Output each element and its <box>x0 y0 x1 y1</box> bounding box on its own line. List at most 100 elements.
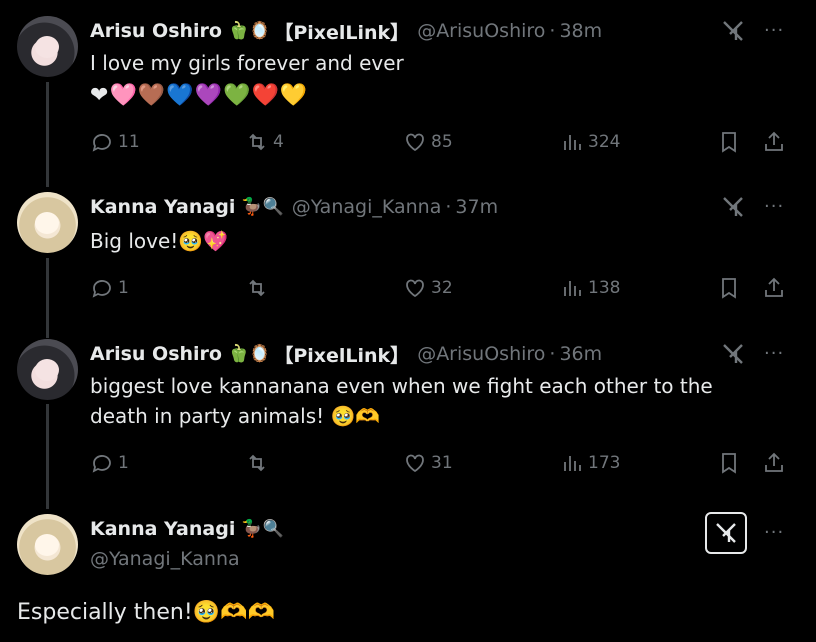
avatar[interactable] <box>17 16 78 77</box>
display-name[interactable]: Arisu Oshiro <box>90 343 222 365</box>
reply-button[interactable]: 1 <box>90 451 129 475</box>
heart-emoji: 🤎 <box>137 83 166 108</box>
tweet-text-line: death in party animals! 🥹🫶 <box>90 404 381 428</box>
bookmark-icon <box>722 278 736 299</box>
more-options-button[interactable]: ··· <box>764 196 784 217</box>
name-badges: 🦆🔍 <box>241 519 284 539</box>
handle[interactable]: @ArisuOshiro <box>417 20 545 42</box>
share-button[interactable] <box>762 451 786 475</box>
repost-icon <box>249 454 265 472</box>
like-count: 85 <box>431 132 453 152</box>
display-name[interactable]: Kanna Yanagi <box>90 518 235 540</box>
name-badges: 🦆🔍 <box>241 197 284 217</box>
heart-emojis: ❤🩷🤎💙💜💚❤️💛 <box>90 80 308 111</box>
tweet-handle-row: @Yanagi_Kanna <box>90 544 240 574</box>
heart-emoji: ❤ <box>90 83 109 108</box>
views-button[interactable]: 324 <box>560 130 620 154</box>
tweet[interactable]: Kanna Yanagi 🦆🔍 @Yanagi_Kanna · 37m ··· … <box>0 190 816 325</box>
avatar[interactable] <box>17 192 78 253</box>
avatar[interactable] <box>17 514 78 575</box>
grok-icon[interactable] <box>705 512 747 554</box>
timestamp[interactable]: 37m <box>455 196 498 218</box>
heart-emoji: 💚 <box>223 83 251 108</box>
heart-emoji: 💙 <box>166 83 194 108</box>
focused-tweet[interactable]: Kanna Yanagi 🦆🔍 @Yanagi_Kanna ··· Especi… <box>0 510 816 642</box>
bookmark-button[interactable] <box>717 276 741 300</box>
separator-dot: · <box>445 196 452 218</box>
views-icon <box>564 135 581 150</box>
heart-emoji: 💜 <box>194 83 223 108</box>
share-icon <box>765 452 783 472</box>
tweet[interactable]: Arisu Oshiro 🫑🪞 【PixelLink】 @ArisuOshiro… <box>0 0 816 180</box>
heart-emoji: ❤️ <box>251 83 279 108</box>
heart-icon <box>406 133 424 152</box>
tweet-header: Arisu Oshiro 🫑🪞 【PixelLink】 @ArisuOshiro… <box>90 339 602 369</box>
timestamp[interactable]: 36m <box>559 343 602 365</box>
tweet-text: Especially then!🥹🫶🫶 <box>17 600 275 625</box>
avatar[interactable] <box>17 339 78 400</box>
bookmark-button[interactable] <box>717 130 741 154</box>
reply-button[interactable]: 1 <box>90 276 129 300</box>
tweet-actions: 11 4 85 324 <box>90 130 790 160</box>
more-options-button[interactable]: ··· <box>764 522 784 543</box>
bookmark-icon <box>722 453 736 474</box>
reply-count: 11 <box>118 132 140 152</box>
tweet[interactable]: Arisu Oshiro 🫑🪞 【PixelLink】 @ArisuOshiro… <box>0 337 816 497</box>
tweet-header: Kanna Yanagi 🦆🔍 @Yanagi_Kanna · 37m <box>90 192 498 222</box>
heart-icon <box>406 279 424 298</box>
name-badges: 🫑🪞 <box>227 21 271 41</box>
reply-count: 1 <box>118 278 129 298</box>
grok-icon[interactable] <box>720 18 746 44</box>
repost-button[interactable] <box>245 276 273 300</box>
heart-icon <box>406 454 424 473</box>
reply-button[interactable]: 11 <box>90 130 140 154</box>
views-icon <box>564 281 581 296</box>
repost-button[interactable] <box>245 451 273 475</box>
handle[interactable]: @Yanagi_Kanna <box>90 548 240 570</box>
separator-dot: · <box>549 20 556 42</box>
tweet-text: Big love!🥹💖 <box>90 229 229 253</box>
grok-icon[interactable] <box>720 341 746 367</box>
views-count: 138 <box>588 278 621 298</box>
tweet-text-line: biggest love kannanana even when we figh… <box>90 374 713 398</box>
name-badges: 🫑🪞 <box>227 344 271 364</box>
reply-count: 1 <box>118 453 129 473</box>
like-button[interactable]: 31 <box>403 451 453 475</box>
more-options-button[interactable]: ··· <box>764 343 784 364</box>
like-button[interactable]: 85 <box>403 130 453 154</box>
separator-dot: · <box>549 343 556 365</box>
repost-icon <box>249 279 265 297</box>
views-button[interactable]: 173 <box>560 451 620 475</box>
reply-icon <box>92 134 111 152</box>
share-button[interactable] <box>762 276 786 300</box>
tweet-actions: 1 31 173 <box>90 451 790 481</box>
timestamp[interactable]: 38m <box>559 20 602 42</box>
display-name[interactable]: Kanna Yanagi <box>90 196 235 218</box>
repost-button[interactable]: 4 <box>245 130 284 154</box>
heart-emoji: 💛 <box>279 83 308 108</box>
repost-count: 4 <box>273 132 284 152</box>
grok-icon[interactable] <box>720 194 746 220</box>
like-count: 31 <box>431 453 453 473</box>
more-options-button[interactable]: ··· <box>764 20 784 41</box>
like-button[interactable]: 32 <box>403 276 453 300</box>
views-count: 324 <box>588 132 621 152</box>
share-button[interactable] <box>762 130 786 154</box>
handle[interactable]: @Yanagi_Kanna <box>292 196 442 218</box>
views-icon <box>564 456 581 471</box>
tweet-actions: 1 32 138 <box>90 276 790 306</box>
like-count: 32 <box>431 278 453 298</box>
bookmark-button[interactable] <box>717 451 741 475</box>
tweet-header: Kanna Yanagi 🦆🔍 <box>90 514 284 544</box>
tweet-header: Arisu Oshiro 🫑🪞 【PixelLink】 @ArisuOshiro… <box>90 16 602 46</box>
handle[interactable]: @ArisuOshiro <box>417 343 545 365</box>
share-icon <box>765 131 783 151</box>
reply-icon <box>92 280 111 298</box>
heart-emoji: 🩷 <box>109 83 137 108</box>
name-tag: 【PixelLink】 <box>274 21 410 44</box>
views-button[interactable]: 138 <box>560 276 620 300</box>
share-icon <box>765 277 783 297</box>
tweet-text: I love my girls forever and ever <box>90 51 404 75</box>
display-name[interactable]: Arisu Oshiro <box>90 20 222 42</box>
bookmark-icon <box>722 132 736 153</box>
